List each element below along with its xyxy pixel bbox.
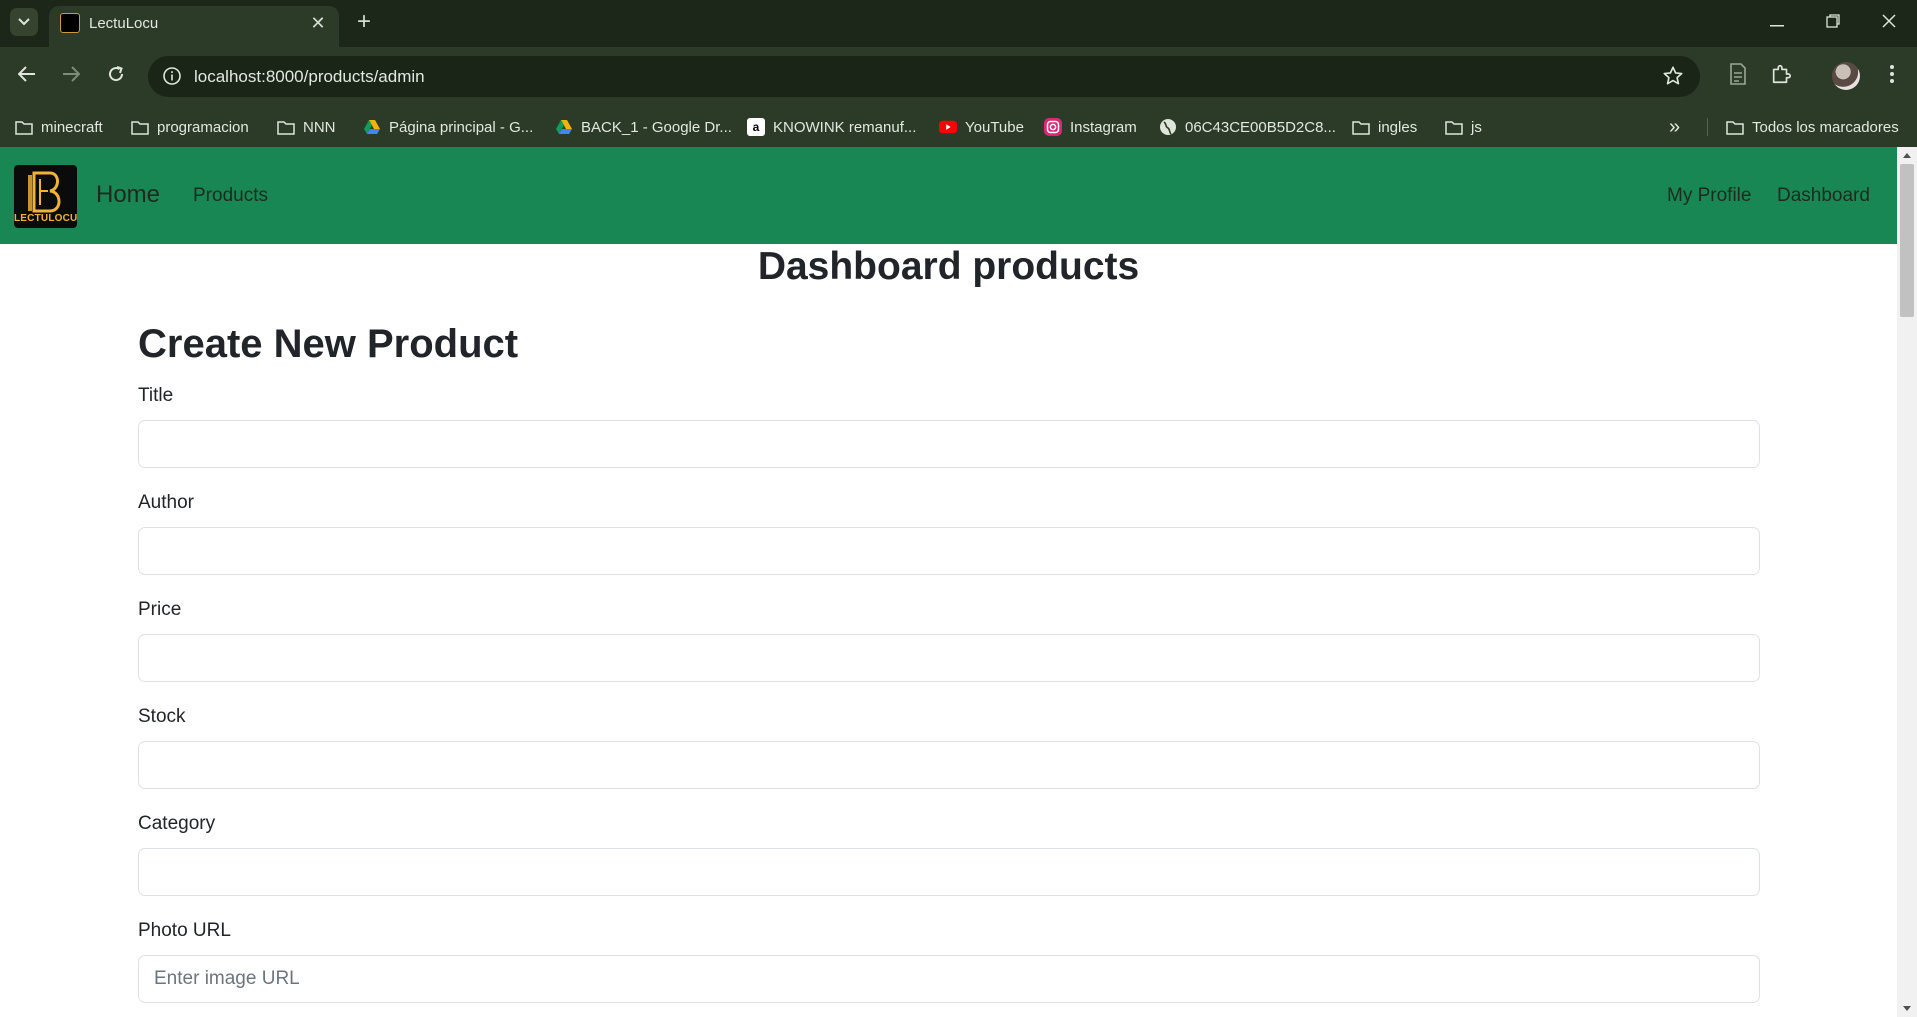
bookmark-label: Instagram [1070,118,1137,136]
bookmark-label: minecraft [41,118,103,136]
svg-text:a: a [753,120,760,134]
nav-dashboard-link[interactable]: Dashboard [1777,185,1870,207]
bookmark-back1-drive[interactable]: BACK_1 - Google Dr... [555,114,732,140]
document-icon [1729,62,1747,90]
bookmarks-divider [1707,118,1708,136]
folder-icon [1726,118,1744,136]
page-scrollbar[interactable] [1897,147,1917,1017]
bookmark-js[interactable]: js [1445,114,1482,140]
folder-icon [131,118,149,136]
nav-products-link[interactable]: Products [193,185,268,207]
bookmark-label: ingles [1378,118,1418,136]
extensions-button[interactable] [1766,61,1796,91]
price-input[interactable] [138,634,1760,682]
site-navbar: LECTULOCU Home Products My Profile Dashb… [0,147,1897,244]
nav-home-link[interactable]: Home [96,181,160,209]
tab-title: LectuLocu [89,15,159,32]
stock-label: Stock [138,706,186,727]
author-label: Author [138,492,194,513]
minimize-icon [1770,14,1784,32]
stock-input[interactable] [138,741,1760,789]
minimize-button[interactable] [1749,0,1805,46]
address-bar[interactable]: localhost:8000/products/admin [148,56,1700,97]
bookmark-label: Todos los marcadores [1752,118,1899,136]
bookmark-programacion[interactable]: programacion [131,114,249,140]
browser-toolbar: localhost:8000/products/admin [0,47,1917,106]
close-icon [1882,13,1896,33]
vertical-dots-icon [1889,64,1895,89]
folder-icon [1352,118,1370,136]
bookmark-nnn[interactable]: NNN [277,114,336,140]
close-window-button[interactable] [1861,0,1917,46]
title-input[interactable] [138,420,1760,468]
forward-button[interactable] [56,61,86,91]
folder-icon [15,118,33,136]
globe-icon [1159,118,1177,136]
browser-tab-active[interactable]: LectuLocu ✕ [49,6,339,47]
bookmark-ingles[interactable]: ingles [1352,114,1417,140]
puzzle-icon [1770,63,1792,90]
tab-search-button[interactable] [10,8,38,36]
bookmark-knowink[interactable]: a KNOWINK remanuf... [747,114,916,140]
logo-text: LECTULOCU [14,213,77,224]
bookmark-youtube[interactable]: YouTube [939,114,1024,140]
browser-tabstrip: LectuLocu ✕ + [0,0,1917,47]
bookmark-pagina-principal[interactable]: Página principal - G... [363,114,533,140]
bookmark-label: NNN [303,118,336,136]
lectulocu-favicon-icon [60,13,80,33]
page-summary-button[interactable] [1723,61,1753,91]
restore-icon [1826,13,1840,33]
category-input[interactable] [138,848,1760,896]
scroll-thumb[interactable] [1900,164,1914,317]
scroll-up-arrow-icon[interactable] [1903,153,1911,158]
arrow-left-icon [17,65,36,87]
bookmark-label: YouTube [965,118,1024,136]
author-input[interactable] [138,527,1760,575]
bookmark-minecraft[interactable]: minecraft [15,114,103,140]
photo-url-label: Photo URL [138,920,231,941]
price-label: Price [138,599,182,620]
bookmark-star-icon[interactable] [1662,65,1684,92]
browser-menu-button[interactable] [1877,61,1907,91]
folder-icon [277,118,295,136]
arrow-right-icon [62,65,81,87]
bookmark-instagram[interactable]: Instagram [1044,114,1137,140]
bookmark-label: BACK_1 - Google Dr... [581,118,732,136]
new-tab-button[interactable]: + [350,9,378,37]
lectulocu-logo[interactable]: LECTULOCU [14,165,77,228]
bookmark-label: 06C43CE00B5D2C8... [1185,118,1336,136]
amazon-icon: a [747,118,765,136]
photo-url-input[interactable] [138,955,1760,1003]
bookmark-06c43ce[interactable]: 06C43CE00B5D2C8... [1159,114,1336,140]
chevron-down-icon [18,13,30,31]
site-info-icon[interactable] [162,66,182,91]
restore-button[interactable] [1805,0,1861,46]
google-drive-icon [363,118,381,136]
back-button[interactable] [12,61,42,91]
bookmark-label: programacion [157,118,249,136]
profile-avatar[interactable] [1832,62,1860,90]
scroll-down-arrow-icon[interactable] [1903,1006,1911,1011]
title-label: Title [138,385,174,406]
page-viewport: LECTULOCU Home Products My Profile Dashb… [0,147,1897,1017]
tab-close-icon[interactable]: ✕ [307,12,329,34]
reload-icon [107,65,125,88]
all-bookmarks-folder[interactable]: Todos los marcadores [1726,114,1899,140]
google-drive-icon [555,118,573,136]
page-title: Dashboard products [757,245,1140,288]
youtube-icon [939,118,957,136]
instagram-icon [1044,118,1062,136]
folder-icon [1445,118,1463,136]
bookmark-label: Página principal - G... [389,118,534,136]
bookmark-label: js [1471,118,1482,136]
nav-my-profile-link[interactable]: My Profile [1667,185,1751,207]
category-label: Category [138,813,216,834]
bookmark-label: KNOWINK remanuf... [773,118,917,136]
form-title: Create New Product [138,322,519,366]
more-bookmarks-button[interactable]: » [1669,114,1680,140]
reload-button[interactable] [101,61,131,91]
bookmarks-bar: minecraft programacion NNN Página princi… [0,106,1917,147]
address-url[interactable]: localhost:8000/products/admin [194,67,425,87]
